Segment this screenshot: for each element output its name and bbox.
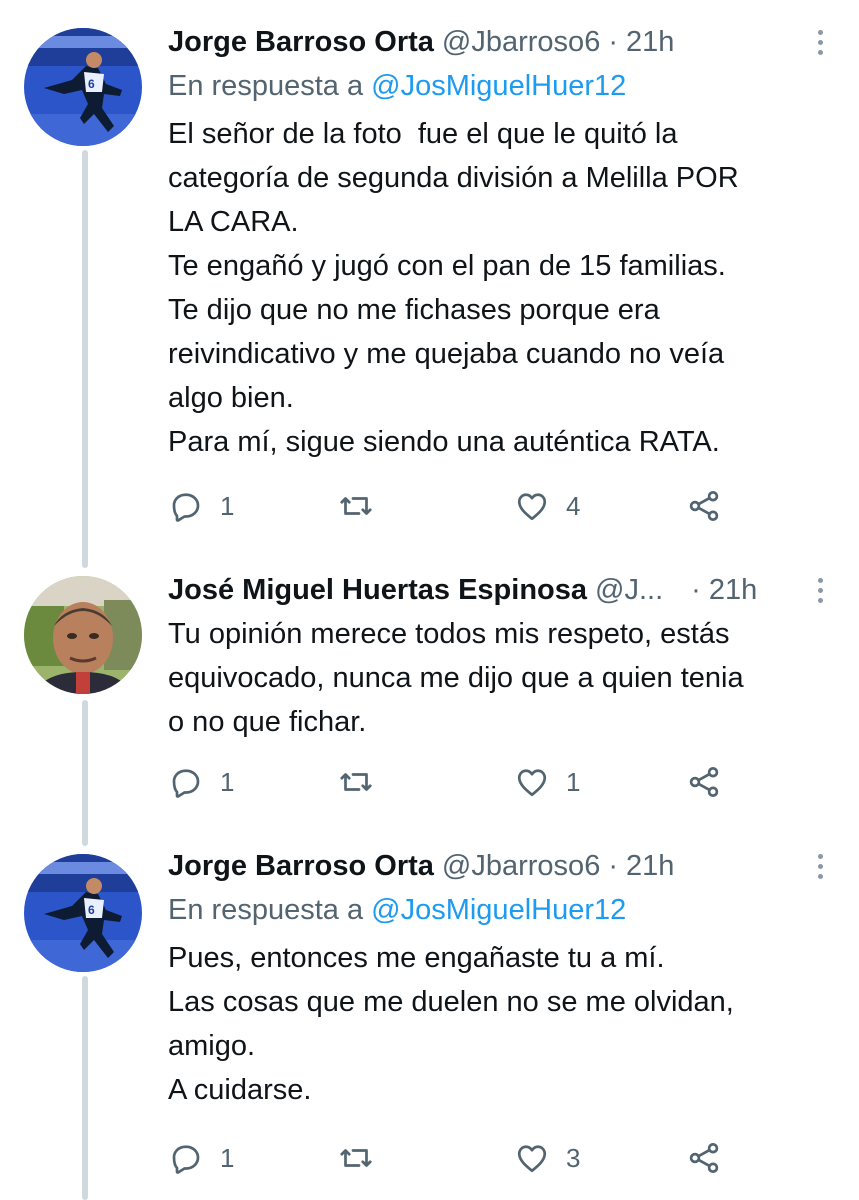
author-name[interactable]: Jorge Barroso Orta <box>168 850 434 883</box>
heart-icon <box>517 493 547 521</box>
like-button[interactable]: 1 <box>514 762 580 802</box>
separator-dot: · <box>608 25 618 58</box>
action-bar: 1 4 <box>168 486 728 526</box>
author-handle[interactable]: @Jbarroso6 <box>442 850 600 883</box>
retweet-button[interactable] <box>338 486 390 526</box>
player-photo-avatar-icon: 6 <box>24 854 142 972</box>
author-handle[interactable]: @J... <box>595 574 663 607</box>
retweet-icon <box>340 773 372 791</box>
share-button[interactable] <box>686 762 722 802</box>
reply-count: 1 <box>220 1142 235 1173</box>
reply-button[interactable]: 1 <box>168 486 234 526</box>
like-count: 3 <box>566 1142 581 1173</box>
tweet-header: Jorge Barroso Orta @Jbarroso6 · 21h <box>168 22 823 62</box>
share-icon <box>689 491 719 521</box>
like-button[interactable]: 3 <box>514 1138 580 1178</box>
like-count: 4 <box>566 490 581 521</box>
more-options-icon[interactable] <box>805 22 835 62</box>
avatar[interactable]: 6 <box>24 854 142 972</box>
reply-button[interactable]: 1 <box>168 1138 234 1178</box>
separator-dot: · <box>691 573 701 606</box>
timestamp[interactable]: 21h <box>709 574 757 607</box>
author-name[interactable]: José Miguel Huertas Espinosa <box>168 574 587 607</box>
reply-mention-link[interactable]: @JosMiguelHuer12 <box>371 894 626 926</box>
action-bar: 1 3 <box>168 1138 728 1178</box>
avatar[interactable]: 6 <box>24 28 142 146</box>
like-count: 1 <box>566 766 581 797</box>
share-icon <box>689 1143 719 1173</box>
retweet-button[interactable] <box>338 762 390 802</box>
timestamp[interactable]: 21h <box>626 850 674 883</box>
player-photo-avatar-icon: 6 <box>24 28 142 146</box>
reply-icon <box>172 769 200 798</box>
avatar[interactable] <box>24 576 142 694</box>
timestamp[interactable]: 21h <box>626 26 674 59</box>
tweet-header: José Miguel Huertas Espinosa @J... · 21h <box>168 570 823 610</box>
more-options-icon[interactable] <box>805 846 835 886</box>
heart-icon <box>517 769 547 797</box>
reply-label: En respuesta a <box>168 894 364 926</box>
tweet[interactable]: 6 Jorge Barroso Orta @Jbarroso6 · 21h En… <box>0 840 859 1200</box>
svg-text:6: 6 <box>88 903 95 917</box>
author-handle[interactable]: @Jbarroso6 <box>442 26 600 59</box>
tweet-header: Jorge Barroso Orta @Jbarroso6 · 21h <box>168 846 823 886</box>
share-icon <box>689 767 719 797</box>
separator-dot: · <box>608 849 618 882</box>
action-bar: 1 1 <box>168 762 728 802</box>
tweet-text: Pues, entonces me engañaste tu a mí. Las… <box>168 942 734 1106</box>
share-button[interactable] <box>686 1138 722 1178</box>
share-button[interactable] <box>686 486 722 526</box>
reply-mention-link[interactable]: @JosMiguelHuer12 <box>371 70 626 102</box>
tweet[interactable]: José Miguel Huertas Espinosa @J... · 21h… <box>0 560 859 840</box>
more-options-icon[interactable] <box>805 570 835 610</box>
reply-count: 1 <box>220 490 235 521</box>
retweet-button[interactable] <box>338 1138 390 1178</box>
retweet-icon <box>340 1149 372 1167</box>
tweet[interactable]: 6 Jorge Barroso Orta @Jbarroso6 · 21h En… <box>0 0 859 560</box>
reply-icon <box>172 493 200 522</box>
man-portrait-avatar-icon <box>24 576 142 694</box>
reply-button[interactable]: 1 <box>168 762 234 802</box>
heart-icon <box>517 1145 547 1173</box>
retweet-icon <box>340 497 372 515</box>
author-name[interactable]: Jorge Barroso Orta <box>168 26 434 59</box>
tweet-text: Tu opinión merece todos mis respeto, est… <box>168 618 744 738</box>
reply-context: En respuesta a @JosMiguelHuer12 <box>168 66 819 106</box>
like-button[interactable]: 4 <box>514 486 580 526</box>
reply-label: En respuesta a <box>168 70 364 102</box>
svg-text:6: 6 <box>88 77 95 91</box>
reply-context: En respuesta a @JosMiguelHuer12 <box>168 890 819 930</box>
tweet-text: El señor de la foto fue el que le quitó … <box>168 118 739 458</box>
reply-count: 1 <box>220 766 235 797</box>
reply-icon <box>172 1145 200 1174</box>
